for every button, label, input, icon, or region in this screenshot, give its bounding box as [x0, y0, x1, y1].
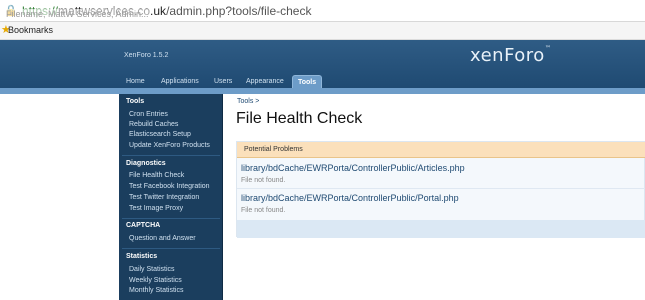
sidebar-item-test-facebook[interactable]: Test Facebook Integration	[129, 183, 210, 190]
sidebar-item-elasticsearch-setup[interactable]: Elasticsearch Setup	[129, 131, 191, 138]
left-margin	[0, 94, 119, 300]
sidebar-section-captcha: CAPTCHA	[126, 222, 161, 229]
sidebar-item-test-twitter[interactable]: Test Twitter Integration	[129, 194, 199, 201]
sidebar-divider	[122, 155, 220, 156]
sidebar-item-daily-statistics[interactable]: Daily Statistics	[129, 266, 175, 273]
problems-header-label: Potential Problems	[244, 146, 303, 153]
potential-problems-panel: Potential Problems library/bdCache/EWRPo…	[236, 141, 645, 238]
sidebar: Tools Cron Entries Rebuild Caches Elasti…	[119, 94, 223, 300]
sidebar-section-diagnostics: Diagnostics	[126, 160, 166, 167]
sidebar-divider	[122, 248, 220, 249]
problem-file-status: File not found.	[241, 207, 286, 214]
sidebar-divider	[122, 218, 220, 219]
sidebar-item-question-answer[interactable]: Question and Answer	[129, 235, 196, 242]
page-title: File Health Check	[236, 110, 363, 127]
tab-appearance[interactable]: Appearance	[246, 75, 284, 88]
sidebar-section-statistics: Statistics	[126, 253, 158, 260]
main-content: Tools > File Health Check Potential Prob…	[224, 94, 645, 300]
problem-file-path: library/bdCache/EWRPorta/ControllerPubli…	[241, 163, 465, 173]
sidebar-item-test-image-proxy[interactable]: Test Image Proxy	[129, 205, 183, 212]
sidebar-item-file-health-check[interactable]: File Health Check	[129, 172, 184, 179]
problem-file-status: File not found.	[241, 177, 286, 184]
sidebar-item-update-products[interactable]: Update XenForo Products	[129, 142, 210, 149]
version-label: XenForo 1.5.2	[124, 52, 169, 59]
problems-header: Potential Problems	[237, 142, 645, 158]
browser-url-bar[interactable]: 🔒 https://mattwservices.co.uk/admin.php?…	[0, 0, 645, 22]
tab-applications[interactable]: Applications	[161, 75, 199, 88]
tab-tools[interactable]: Tools	[292, 75, 323, 88]
sidebar-item-monthly-statistics[interactable]: Monthly Statistics	[129, 287, 183, 294]
tab-users[interactable]: Users	[214, 75, 232, 88]
xenforo-logo[interactable]: xenForo™	[470, 45, 551, 66]
sidebar-item-weekly-statistics[interactable]: Weekly Statistics	[129, 277, 182, 284]
bookmarks-label[interactable]: Bookmarks	[8, 25, 53, 35]
problem-divider	[237, 188, 645, 189]
problem-file-path: library/bdCache/EWRPorta/ControllerPubli…	[241, 193, 459, 203]
admin-tabs: Home Applications Users Appearance Tools	[0, 72, 645, 88]
sidebar-item-cron-entries[interactable]: Cron Entries	[129, 111, 168, 118]
sidebar-item-rebuild-caches[interactable]: Rebuild Caches	[129, 121, 178, 128]
breadcrumb[interactable]: Tools >	[237, 98, 259, 105]
problems-footer	[237, 220, 645, 238]
tab-home[interactable]: Home	[126, 75, 145, 88]
bookmarks-bar: ★ Bookmarks	[0, 22, 645, 40]
sidebar-section-tools: Tools	[126, 98, 145, 105]
tab-tooltip: Filename, MattW Services, Admin...	[4, 9, 151, 19]
